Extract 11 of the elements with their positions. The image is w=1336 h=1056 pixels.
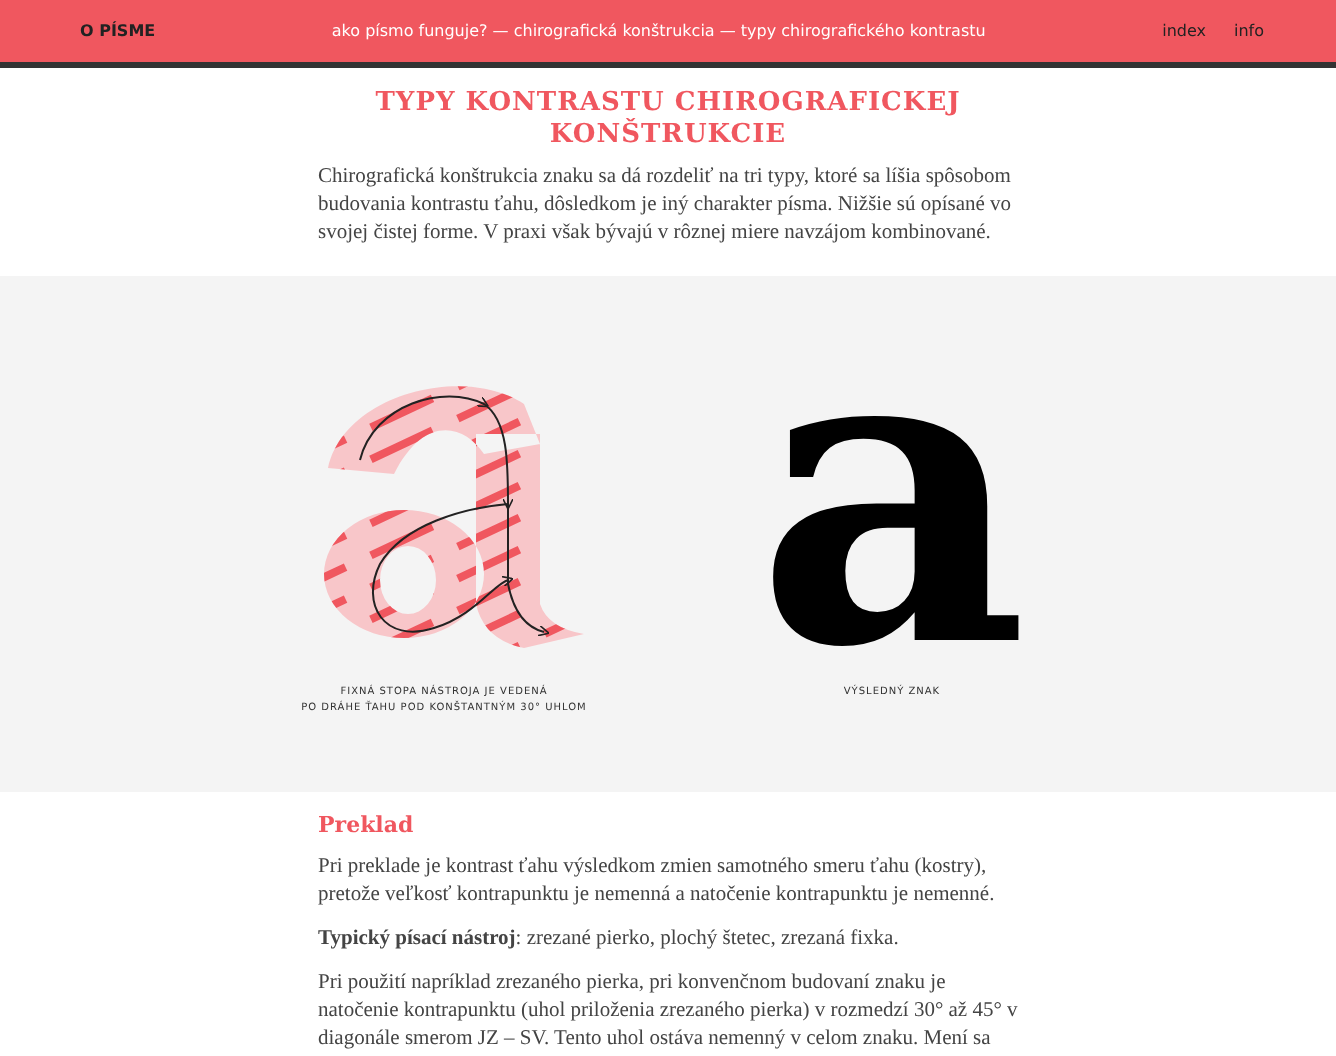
nav-link[interactable]: index bbox=[1162, 22, 1206, 40]
body-paragraph: Pri použití napríklad zrezaného pierka, pri konvenčnom budovaní znaku je natočenie kontrapunktu (uhol priloženia zrezaného pierka) v rozmedzí 30° až 45° v diagonále smerom JZ – SV. Tento uhol ostáva nemenný v celom znaku. Mení sa bbox=[318, 970, 1018, 1054]
body-paragraph: Typický písací nástroj: zrezané pierko, plochý štetec, zrezaná fixka. bbox=[318, 926, 901, 954]
site-logo[interactable]: O PÍSME bbox=[80, 22, 156, 40]
nav-link[interactable]: info bbox=[1233, 22, 1264, 40]
section-heading: Preklad bbox=[318, 812, 416, 838]
page-title: TYPY KONTRASTU CHIROGRAFICKEJ KONŠTRUKCIE bbox=[373, 88, 963, 152]
intro-paragraph: Chirografická konštrukcia znaku sa dá rozdeliť na tri typy, ktoré sa líšia spôsobom budovania kontrastu ťahu, dôsledkom je iný charakter písma. Nižšie sú opísané vo svojej čistej forme. V praxi však bývajú v rôznej miere navzájom kombinované. bbox=[318, 164, 1014, 248]
breadcrumb: ako písmo funguje? — chirografická konštrukcia — typy chirografického kontrastu bbox=[329, 22, 988, 40]
letter-specimen: a bbox=[755, 324, 1029, 664]
body-paragraph: Pri preklade je kontrast ťahu výsledkom zmien samotného smeru ťahu (kostry), pretože veľkosť kontrapunktu je nemenná a natočenie kontrapunktu je nemenné. bbox=[318, 854, 997, 910]
